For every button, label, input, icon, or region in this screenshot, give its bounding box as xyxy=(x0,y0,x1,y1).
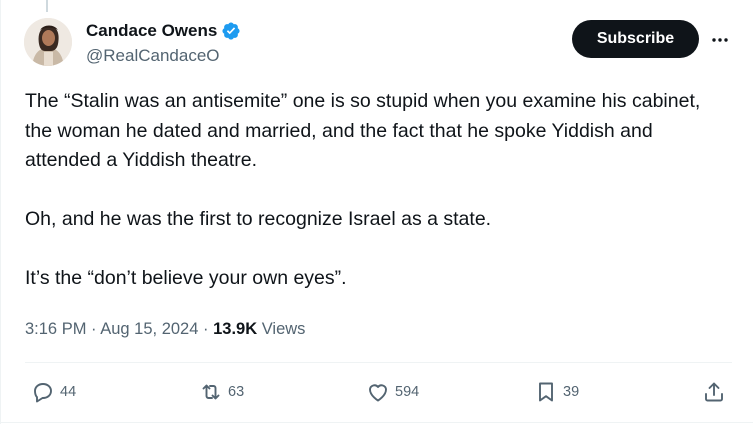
tweet-meta: 3:16 PM · Aug 15, 2024 · 13.9K Views xyxy=(25,318,305,340)
timeline-border xyxy=(0,0,1,424)
bookmark-count: 39 xyxy=(563,384,580,400)
thread-connector-line xyxy=(46,0,48,12)
tweet-date[interactable]: Aug 15, 2024 xyxy=(100,320,198,338)
action-bar: 44 63 594 39 xyxy=(0,372,753,412)
divider xyxy=(25,362,732,363)
subscribe-button[interactable]: Subscribe xyxy=(572,20,699,58)
share-button[interactable] xyxy=(702,372,726,412)
heart-icon xyxy=(369,384,387,402)
tweet-paragraph: The “Stalin was an antisemite” one is so… xyxy=(25,90,701,171)
author-name-row: Candace Owens xyxy=(86,20,241,42)
tweet-paragraph: It’s the “don’t believe your own eyes”. xyxy=(25,267,347,289)
reply-count: 44 xyxy=(60,384,77,400)
like-count: 594 xyxy=(395,384,420,400)
tweet-text: The “Stalin was an antisemite” one is so… xyxy=(25,87,725,294)
bottom-border xyxy=(0,422,753,423)
author-display-name[interactable]: Candace Owens xyxy=(86,20,217,42)
repost-count: 63 xyxy=(228,384,245,400)
bookmark-button[interactable]: 39 xyxy=(534,372,579,412)
reply-icon xyxy=(34,383,52,403)
repost-icon xyxy=(202,384,220,400)
reply-button[interactable]: 44 xyxy=(31,372,76,412)
avatar[interactable] xyxy=(24,18,72,66)
share-icon xyxy=(705,382,723,402)
meta-separator: · xyxy=(203,320,209,338)
bookmark-icon xyxy=(539,382,553,402)
like-button[interactable]: 594 xyxy=(366,372,419,412)
more-dots-icon[interactable] xyxy=(706,26,734,54)
author-handle[interactable]: @RealCandaceO xyxy=(86,46,220,66)
views-count: 13.9K xyxy=(213,320,258,338)
repost-button[interactable]: 63 xyxy=(199,372,244,412)
meta-separator: · xyxy=(91,320,97,338)
tweet-time[interactable]: 3:16 PM xyxy=(25,320,86,338)
avatar-image xyxy=(24,18,72,66)
verified-badge-icon[interactable] xyxy=(221,21,241,41)
views-label: Views xyxy=(261,320,306,338)
tweet-paragraph: Oh, and he was the first to recognize Is… xyxy=(25,208,492,230)
